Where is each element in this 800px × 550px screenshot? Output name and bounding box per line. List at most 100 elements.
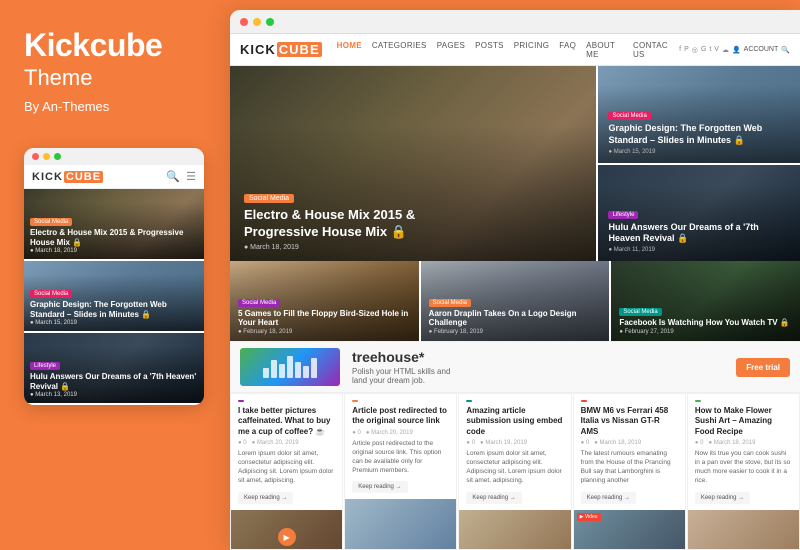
nav-pages[interactable]: PAGES xyxy=(432,41,470,59)
keep-reading-1[interactable]: Keep reading → xyxy=(238,492,293,504)
second-badge-2: Social Media xyxy=(429,299,471,307)
ad-bar-3 xyxy=(279,364,285,378)
bottom-thumb-5 xyxy=(688,510,799,550)
tumblr-icon[interactable]: t xyxy=(709,46,711,53)
second-title-1: 5 Games to Fill the Floppy Bird-Sized Ho… xyxy=(238,309,411,328)
mobile-dot-yellow xyxy=(43,153,50,160)
play-button-1[interactable]: ▶ xyxy=(278,528,296,546)
featured-main-title: Electro & House Mix 2015 &Progressive Ho… xyxy=(244,207,582,241)
brand-by: By An-Themes xyxy=(24,99,206,114)
featured-main-card[interactable]: Social Media Electro & House Mix 2015 &P… xyxy=(230,66,596,261)
search-icon[interactable]: 🔍 xyxy=(166,170,180,183)
nav-about[interactable]: ABOUT ME xyxy=(581,41,628,59)
bottom-excerpt-3: Lorem ipsum dolor sit amet, consectetur … xyxy=(466,449,563,485)
second-card-2[interactable]: Social Media Aaron Draplin Takes On a Lo… xyxy=(421,261,610,341)
google-icon[interactable]: G xyxy=(701,46,706,53)
second-title-3: Facebook Is Watching How You Watch TV 🔒 xyxy=(619,318,792,328)
bottom-card-1[interactable]: I take better pictures caffeinated. What… xyxy=(230,393,343,550)
nav-pricing[interactable]: PRICING xyxy=(509,41,554,59)
browser-dot-red xyxy=(240,18,248,26)
video-badge-4: ▶ Video xyxy=(577,513,601,521)
ad-free-trial-button[interactable]: Free trial xyxy=(736,358,790,377)
side-bottom-title: Hulu Answers Our Dreams of a '7th Heaven… xyxy=(608,222,790,245)
mobile-card-1: Social Media Electro & House Mix 2015 & … xyxy=(24,189,204,259)
featured-main-date: ● March 18, 2019 xyxy=(244,244,582,251)
ad-bar-1 xyxy=(263,368,269,378)
nav-categories[interactable]: CATEGORIES xyxy=(367,41,432,59)
second-date-3: ● February 27, 2019 xyxy=(619,329,792,335)
instagram-icon[interactable]: ◎ xyxy=(692,46,698,54)
side-card-bottom[interactable]: Lifestyle Hulu Answers Our Dreams of a '… xyxy=(598,165,800,262)
brand-title: Kickcube xyxy=(24,28,206,63)
mobile-browser-bar xyxy=(24,148,204,165)
second-card-1[interactable]: Social Media 5 Games to Fill the Floppy … xyxy=(230,261,419,341)
bottom-excerpt-1: Lorem ipsum dolor sit amet, consectetur … xyxy=(238,449,335,485)
mobile-nav: KICKCUBE 🔍 ☰ xyxy=(24,165,204,189)
mobile-card-date-2: ● March 15, 2019 xyxy=(30,320,198,326)
bottom-excerpt-5: Now its true you can cook sushi in a pan… xyxy=(695,449,792,485)
second-title-2: Aaron Draplin Takes On a Logo Design Cha… xyxy=(429,309,602,328)
bottom-meta-5: ● 0 ● March 18, 2019 xyxy=(695,440,792,446)
ad-desc-2: land your dream job. xyxy=(352,376,724,385)
bottom-badge-2 xyxy=(352,400,358,402)
mobile-card-date-1: ● March 18, 2019 xyxy=(30,248,198,254)
menu-icon[interactable]: ☰ xyxy=(186,170,196,183)
account-label[interactable]: ACCOUNT xyxy=(744,46,779,53)
bottom-badge-5 xyxy=(695,400,701,402)
mobile-card-date-3: ● March 13, 2019 xyxy=(30,392,198,398)
browser-bar xyxy=(230,10,800,34)
nav-contact[interactable]: CONTAC US xyxy=(628,41,679,59)
bottom-title-3: Amazing article submission using embed c… xyxy=(466,406,563,437)
facebook-icon[interactable]: f xyxy=(679,46,681,53)
bottom-thumb-2 xyxy=(345,499,456,550)
nav-posts[interactable]: POSTS xyxy=(470,41,509,59)
vk-icon[interactable]: V xyxy=(714,46,719,53)
bottom-cards-row: I take better pictures caffeinated. What… xyxy=(230,393,800,550)
side-top-title: Graphic Design: The Forgotten Web Standa… xyxy=(608,123,790,146)
search-icon[interactable]: 🔍 xyxy=(781,46,790,54)
ad-bar-6 xyxy=(303,366,309,378)
bottom-card-2[interactable]: Article post redirected to the original … xyxy=(344,393,457,550)
mobile-logo-cube: CUBE xyxy=(64,171,103,183)
pinterest-icon[interactable]: P xyxy=(684,46,689,53)
ad-banner: treehouse* Polish your HTML skills and l… xyxy=(230,341,800,393)
keep-reading-3[interactable]: Keep reading → xyxy=(466,492,521,504)
bottom-card-5[interactable]: How to Make Flower Sushi Art – Amazing F… xyxy=(687,393,800,550)
mobile-card-2: Social Media Graphic Design: The Forgott… xyxy=(24,261,204,331)
mobile-logo: KICKCUBE xyxy=(32,171,103,183)
desktop-logo: KICKCUBE xyxy=(240,42,322,57)
bottom-card-4[interactable]: BMW M6 vs Ferrari 458 Italia vs Nissan G… xyxy=(573,393,686,550)
keep-reading-5[interactable]: Keep reading → xyxy=(695,492,750,504)
second-card-3[interactable]: Social Media Facebook Is Watching How Yo… xyxy=(611,261,800,341)
nav-home[interactable]: HOME xyxy=(332,41,367,59)
mobile-badge-2: Social Media xyxy=(30,290,72,298)
nav-faq[interactable]: FAQ xyxy=(554,41,581,59)
nav-right: f P ◎ G t V ☁ 👤 ACCOUNT 🔍 xyxy=(679,46,790,54)
bottom-badge-1 xyxy=(238,400,244,402)
right-panel: KICKCUBE HOME CATEGORIES PAGES POSTS PRI… xyxy=(230,10,800,550)
main-content: Social Media Electro & House Mix 2015 &P… xyxy=(230,66,800,550)
bottom-excerpt-4: The latest rumours emanating from the Ho… xyxy=(581,449,678,485)
brand-subtitle: Theme xyxy=(24,65,206,91)
side-top-date: ● March 15, 2019 xyxy=(608,149,790,155)
bottom-thumb-1: ▶ 👤 Sam Smith 0:34 xyxy=(231,510,342,550)
keep-reading-4[interactable]: Keep reading → xyxy=(581,492,636,504)
featured-side: Social Media Graphic Design: The Forgott… xyxy=(598,66,800,261)
mobile-badge-1: Social Media xyxy=(30,218,72,226)
side-card-top[interactable]: Social Media Graphic Design: The Forgott… xyxy=(598,66,800,163)
second-badge-1: Social Media xyxy=(238,299,280,307)
bottom-thumb-4: ▶ Video xyxy=(574,510,685,550)
side-top-badge: Social Media xyxy=(608,112,650,120)
bottom-card-3[interactable]: Amazing article submission using embed c… xyxy=(458,393,571,550)
mobile-dot-red xyxy=(32,153,39,160)
soundcloud-icon[interactable]: ☁ xyxy=(722,46,729,54)
mobile-nav-icons: 🔍 ☰ xyxy=(166,170,196,183)
featured-grid: Social Media Electro & House Mix 2015 &P… xyxy=(230,66,800,261)
ad-desc-1: Polish your HTML skills and xyxy=(352,367,724,376)
mobile-card-title-2: Graphic Design: The Forgotten Web Standa… xyxy=(30,300,198,319)
featured-main-badge: Social Media xyxy=(244,194,294,203)
keep-reading-2[interactable]: Keep reading → xyxy=(352,481,407,493)
account-icon[interactable]: 👤 xyxy=(732,46,741,54)
bottom-badge-3 xyxy=(466,400,472,402)
bottom-title-5: How to Make Flower Sushi Art – Amazing F… xyxy=(695,406,792,437)
